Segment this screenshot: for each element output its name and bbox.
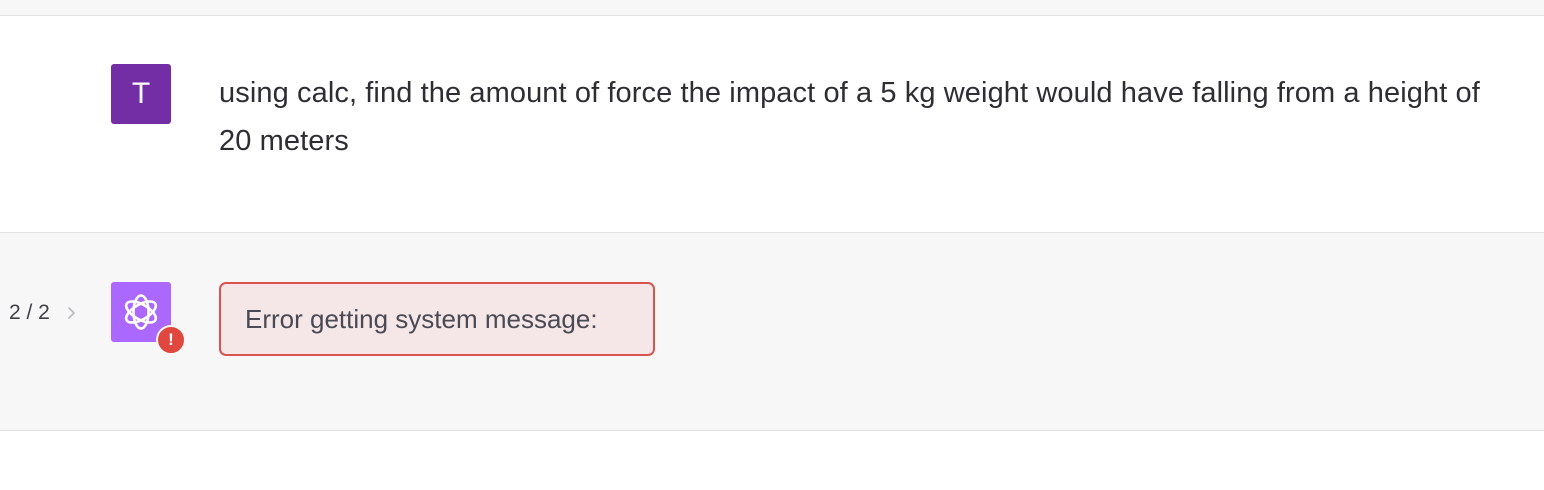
error-message-box: Error getting system message: [219, 282, 655, 356]
response-page-indicator: 2 / 2 [9, 301, 50, 324]
assistant-message-row: 2 / 2 ! Error getting system message: [0, 233, 1544, 431]
openai-logo-icon [124, 294, 158, 330]
error-message-text: Error getting system message: [245, 304, 598, 334]
user-avatar: T [111, 64, 171, 124]
chevron-right-icon[interactable] [64, 303, 80, 323]
response-pager: 2 / 2 [9, 301, 80, 325]
error-exclamation-icon: ! [156, 325, 186, 355]
previous-message-edge [0, 0, 1544, 16]
user-message-text[interactable]: using calc, find the amount of force the… [219, 69, 1499, 165]
user-message-row: T using calc, find the amount of force t… [0, 16, 1544, 233]
